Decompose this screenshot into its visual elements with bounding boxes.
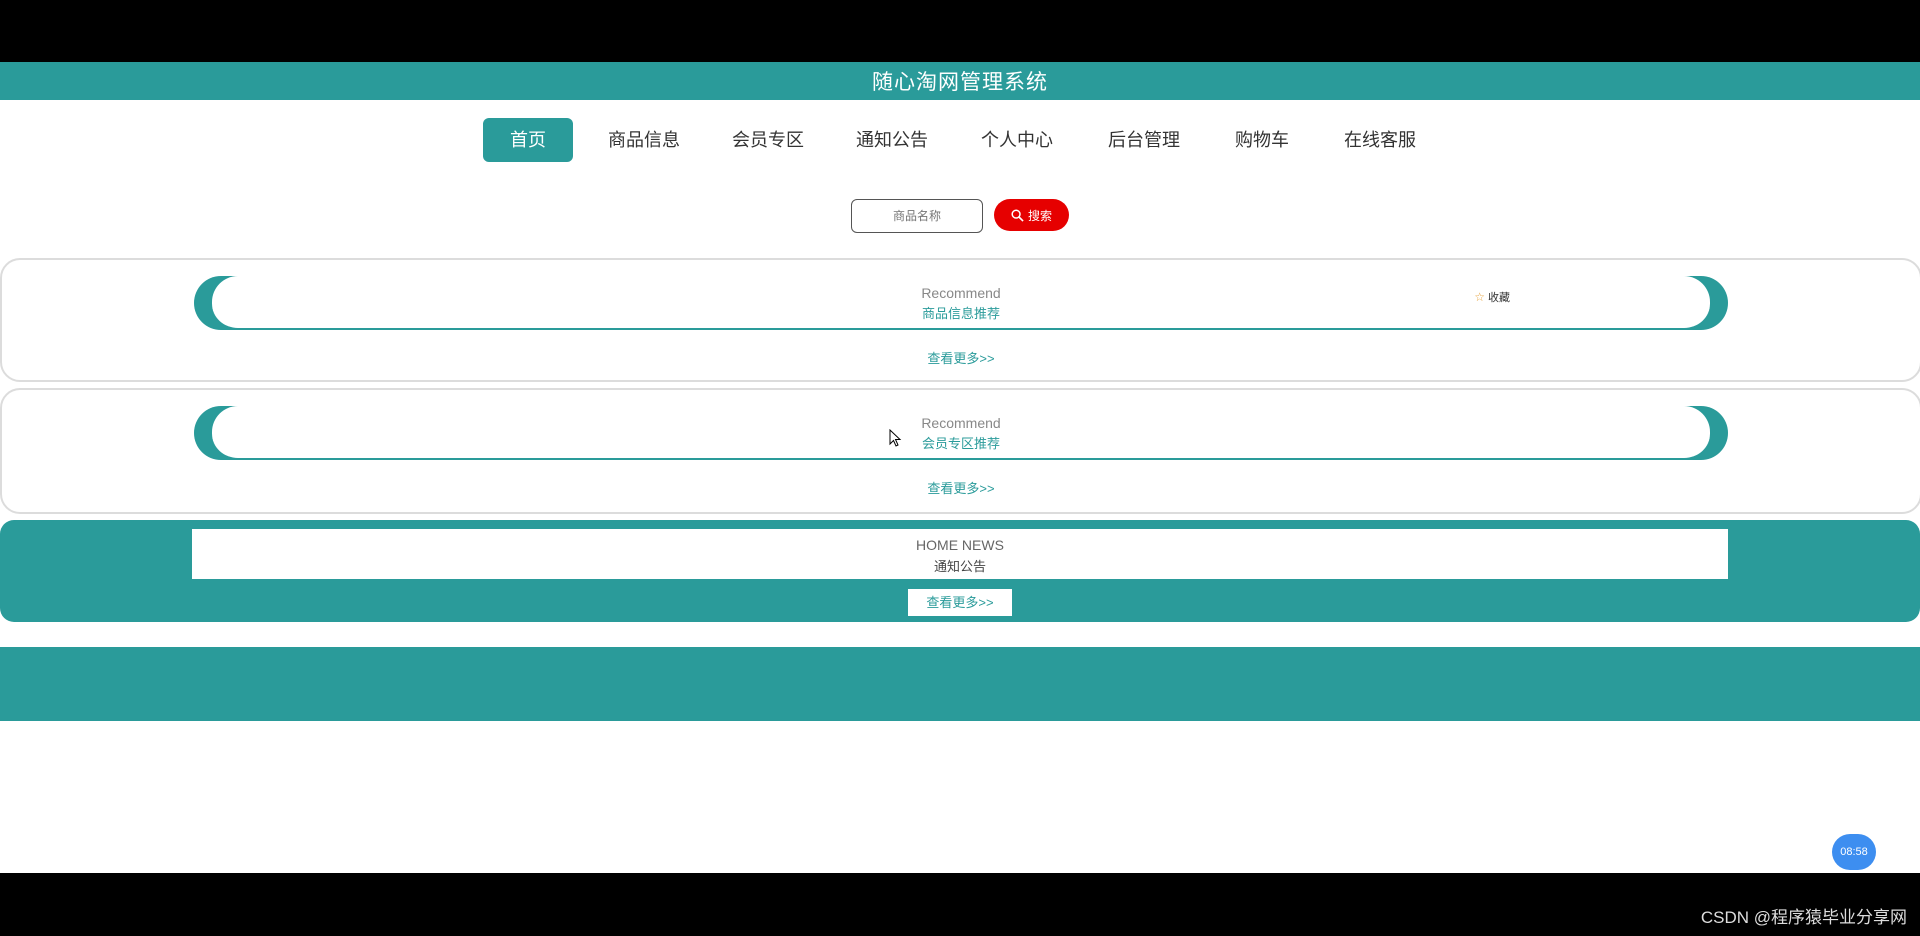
search-button-label: 搜索 [1027,208,1052,223]
news-title-en: HOME NEWS [916,537,1004,553]
page: 随心淘网管理系统 首页 商品信息 会员专区 通知公告 个人中心 后台管理 购物车… [0,62,1920,873]
view-more-link[interactable]: 查看更多>> [2,348,1920,367]
main-nav: 首页 商品信息 会员专区 通知公告 个人中心 后台管理 购物车 在线客服 [0,118,1920,164]
section-title-cn: 会员专区推荐 [921,436,1000,451]
video-letterbox-top [0,0,1920,62]
section-title-cn: 商品信息推荐 [921,306,1000,321]
product-recommend-section: Recommend 商品信息推荐 ☆ 收藏 查看更多>> [0,258,1920,382]
nav-item-profile[interactable]: 个人中心 [968,118,1066,162]
star-icon: ☆ [1474,290,1485,304]
app-title: 随心淘网管理系统 [872,71,1048,94]
member-recommend-section: Recommend 会员专区推荐 查看更多>> [0,388,1920,514]
section-title-en: Recommend [921,415,1001,431]
favorite-button[interactable]: ☆ 收藏 [1474,289,1510,305]
search-icon [1011,208,1024,222]
mouse-cursor-icon [889,429,902,447]
favorite-label: 收藏 [1488,292,1510,304]
news-section: HOME NEWS 通知公告 查看更多>> [0,520,1920,622]
nav-item-home[interactable]: 首页 [483,118,573,162]
section-header-pill: Recommend 商品信息推荐 ☆ 收藏 [194,276,1728,330]
nav-item-support[interactable]: 在线客服 [1331,118,1429,162]
nav-item-notices[interactable]: 通知公告 [843,118,941,162]
nav-item-products[interactable]: 商品信息 [595,118,693,162]
section-header-pill: Recommend 会员专区推荐 [194,406,1728,460]
title-bar: 随心淘网管理系统 [0,62,1920,100]
news-title-cn: 通知公告 [933,559,986,574]
footer [0,647,1920,721]
nav-item-members[interactable]: 会员专区 [719,118,817,162]
watermark: CSDN @程序猿毕业分享网 [1700,908,1907,927]
search-button[interactable]: 搜索 [994,199,1069,231]
news-header: HOME NEWS 通知公告 [192,529,1728,579]
view-more-link[interactable]: 查看更多>> [2,478,1920,497]
timer-badge: 08:58 [1832,834,1876,870]
news-view-more-button[interactable]: 查看更多>> [908,589,1012,616]
video-letterbox-bottom [0,873,1920,936]
search-input[interactable] [851,199,983,233]
nav-item-cart[interactable]: 购物车 [1224,118,1300,162]
nav-item-admin[interactable]: 后台管理 [1095,118,1193,162]
